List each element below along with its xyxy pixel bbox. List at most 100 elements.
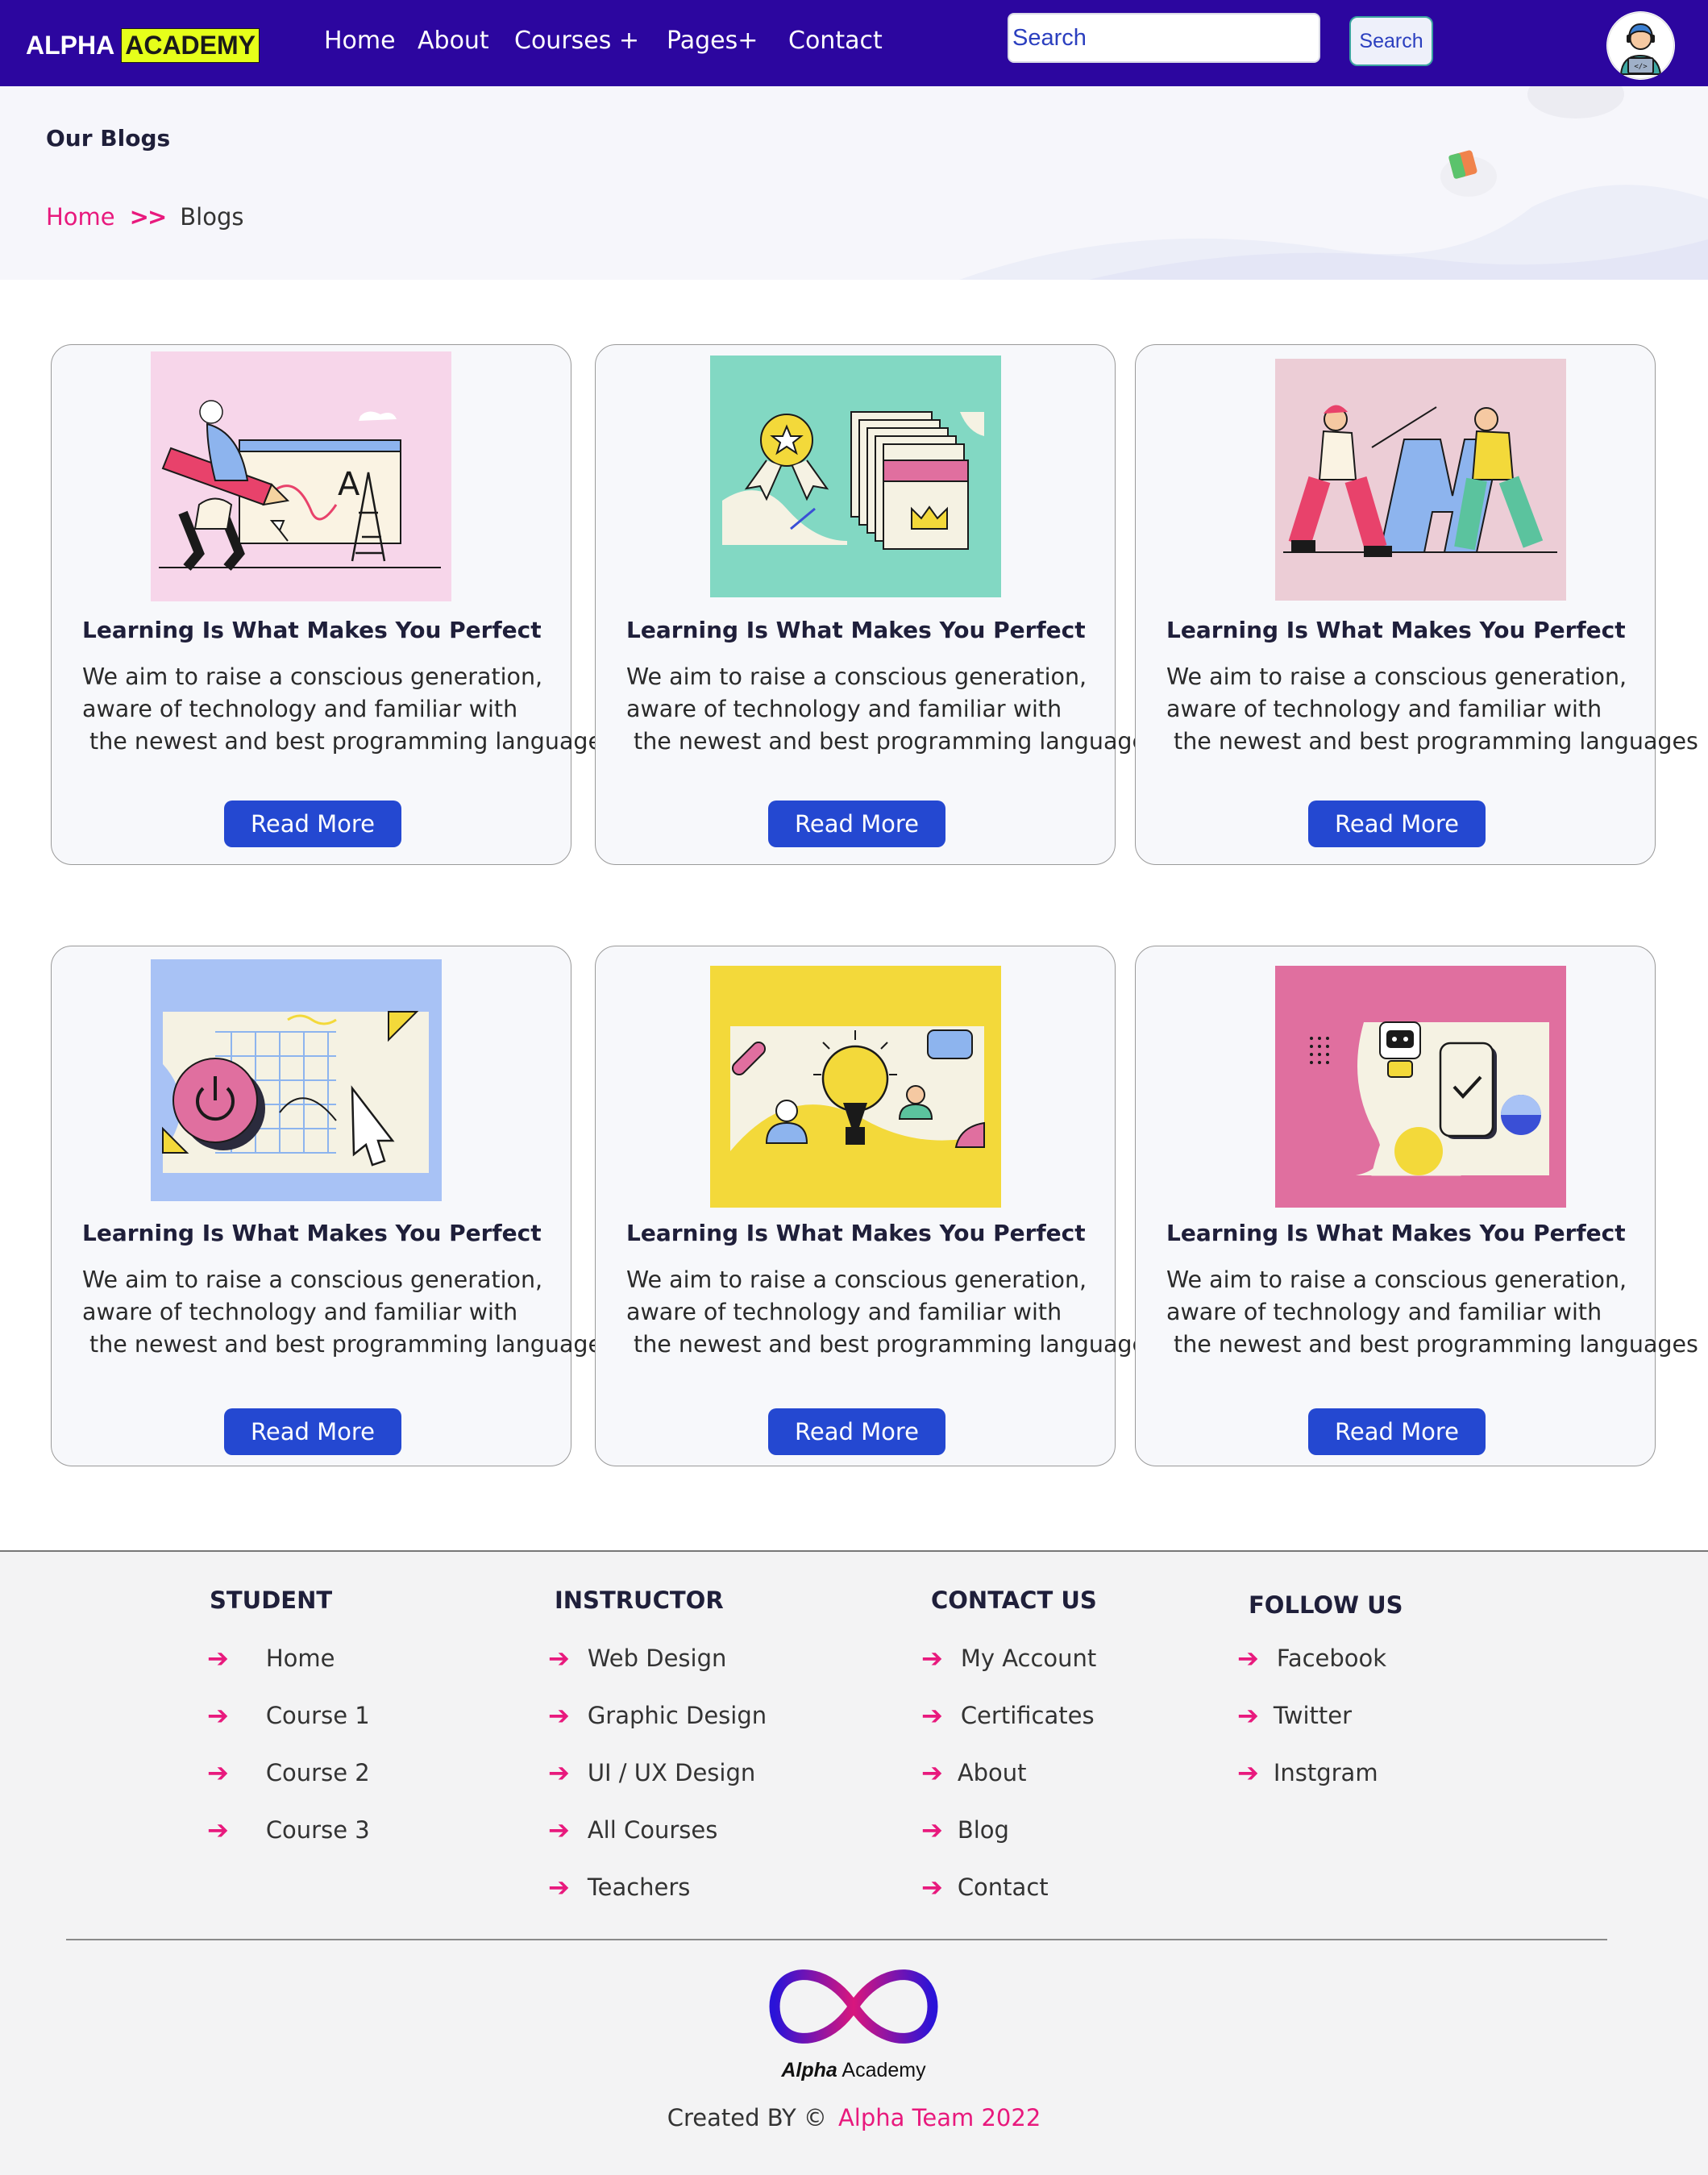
nav-about[interactable]: About [418,27,489,55]
footer-logo[interactable]: Alpha Academy [755,1958,952,2095]
footer-link-label: Contact [957,1873,1049,1901]
credit-line: Created BY © Alpha Team 2022 [0,2104,1708,2131]
arrow-right-icon: ➔ [921,1643,943,1674]
footer-link[interactable]: ➔ Teachers [548,1872,690,1903]
navbar: ALPHA ACADEMY Home About Courses + Pages… [0,0,1708,86]
brand-text-alpha: ALPHA [26,30,115,60]
footer-divider [66,1939,1607,1940]
lightbulb-idea-illustration [710,966,1001,1208]
drawing-illustration: A [151,351,451,601]
logo-word-academy: Academy [842,2059,926,2081]
footer-link[interactable]: ➔ Graphic Design [548,1700,767,1731]
arrow-right-icon: ➔ [207,1815,229,1845]
footer-link[interactable]: ➔ All Courses [548,1815,717,1845]
search-button[interactable]: Search [1349,16,1433,66]
read-more-button[interactable]: Read More [1308,801,1486,847]
read-more-button[interactable]: Read More [224,1408,401,1455]
arrow-right-icon: ➔ [548,1815,570,1845]
card-description: We aim to raise a conscious generation, … [82,1266,614,1358]
card-title: Learning Is What Makes You Perfect [1166,1220,1626,1246]
hero-background-decoration [959,86,1708,280]
card-title: Learning Is What Makes You Perfect [1166,617,1626,643]
footer-link[interactable]: ➔ Twitter [1237,1700,1352,1731]
footer-link[interactable]: ➔ About [921,1757,1027,1788]
footer-logo-text: Alpha Academy [755,2059,952,2082]
breadcrumb-home-link[interactable]: Home [46,203,115,231]
footer-link-label: Blog [957,1816,1009,1844]
svg-text:</>: </> [1634,63,1648,71]
footer-link[interactable]: ➔ Course 1 [207,1700,370,1731]
blog-card: Learning Is What Makes You Perfect We ai… [51,946,614,1466]
logo-word-alpha: Alpha [781,2059,837,2081]
page-title: Our Blogs [46,125,171,152]
arrow-right-icon: ➔ [207,1700,229,1731]
footer-link[interactable]: ➔ My Account [921,1643,1096,1674]
read-more-button[interactable]: Read More [224,801,401,847]
arrow-right-icon: ➔ [921,1815,943,1845]
read-more-button[interactable]: Read More [1308,1408,1486,1455]
read-more-button[interactable]: Read More [768,1408,945,1455]
breadcrumb-current: Blogs [180,203,244,231]
nav-courses[interactable]: Courses + [514,27,639,55]
footer-link[interactable]: ➔ UI / UX Design [548,1757,755,1788]
footer-link-label: Course 3 [265,1816,370,1844]
arrow-right-icon: ➔ [1237,1757,1259,1788]
card-description: We aim to raise a conscious generation, … [82,663,614,755]
nav-pages[interactable]: Pages+ [667,27,758,55]
footer-link[interactable]: ➔ Certificates [921,1700,1095,1731]
card-title: Learning Is What Makes You Perfect [82,617,542,643]
footer: STUDENT ➔ Home ➔ Course 1 ➔ Course 2 ➔ Cours… [0,1550,1708,2175]
page-header: Our Blogs Home >> Blogs [0,86,1708,280]
footer-link[interactable]: ➔ Course 3 [207,1815,370,1845]
arrow-right-icon: ➔ [921,1700,943,1731]
card-title: Learning Is What Makes You Perfect [82,1220,542,1246]
card-title: Learning Is What Makes You Perfect [626,617,1086,643]
footer-heading-instructor: INSTRUCTOR [555,1587,724,1614]
arrow-right-icon: ➔ [548,1757,570,1788]
arrow-right-icon: ➔ [921,1872,943,1903]
footer-link[interactable]: ➔ Course 2 [207,1757,370,1788]
svg-text:A: A [338,466,360,503]
arrow-right-icon: ➔ [548,1643,570,1674]
footer-link-label: Instgram [1273,1759,1378,1786]
footer-link[interactable]: ➔ Facebook [1237,1643,1386,1674]
certificate-illustration [710,356,1001,597]
footer-link[interactable]: ➔ Web Design [548,1643,726,1674]
card-description: We aim to raise a conscious generation, … [1166,663,1698,755]
arrow-right-icon: ➔ [207,1757,229,1788]
card-description: We aim to raise a conscious generation, … [626,663,1158,755]
search-input[interactable] [1008,13,1320,63]
nav-contact[interactable]: Contact [788,27,883,55]
breadcrumb-separator: >> [129,203,168,231]
blog-card: Learning Is What Makes You Perfect We ai… [1135,344,1698,865]
footer-link[interactable]: ➔ Home [207,1643,335,1674]
footer-link-label: About [957,1759,1027,1786]
footer-link-label: Graphic Design [587,1702,767,1729]
footer-link-label: Web Design [587,1645,727,1672]
brand-logo[interactable]: ALPHA ACADEMY [26,25,260,65]
footer-link-label: Certificates [960,1702,1095,1729]
footer-link[interactable]: ➔ Blog [921,1815,1009,1845]
brand-text-academy: ACADEMY [121,27,260,63]
phone-robot-illustration [1275,966,1566,1208]
footer-link-label: Course 1 [265,1702,370,1729]
footer-link[interactable]: ➔ Instgram [1237,1757,1378,1788]
footer-heading-contact: CONTACT US [931,1587,1097,1614]
footer-link[interactable]: ➔ Contact [921,1872,1049,1903]
footer-link-label: Course 2 [265,1759,370,1786]
footer-link-label: Teachers [587,1873,691,1901]
breadcrumb: Home >> Blogs [46,203,243,231]
blog-card: Learning Is What Makes You Perfect We ai… [595,344,1158,865]
card-title: Learning Is What Makes You Perfect [626,1220,1086,1246]
footer-link-label: My Account [960,1645,1097,1672]
avatar-icon[interactable]: </> [1606,11,1675,80]
read-more-button[interactable]: Read More [768,801,945,847]
arrow-right-icon: ➔ [207,1643,229,1674]
nav-home[interactable]: Home [324,27,396,55]
footer-heading-follow: FOLLOW US [1249,1591,1403,1619]
arrow-right-icon: ➔ [1237,1643,1259,1674]
credit-team-link[interactable]: Alpha Team 2022 [838,2104,1041,2131]
blog-card: Learning Is What Makes You Perfect We ai… [595,946,1158,1466]
blog-card: A Learning Is What Makes You Perfect We … [51,344,614,865]
card-description: We aim to raise a conscious generation, … [1166,1266,1698,1358]
